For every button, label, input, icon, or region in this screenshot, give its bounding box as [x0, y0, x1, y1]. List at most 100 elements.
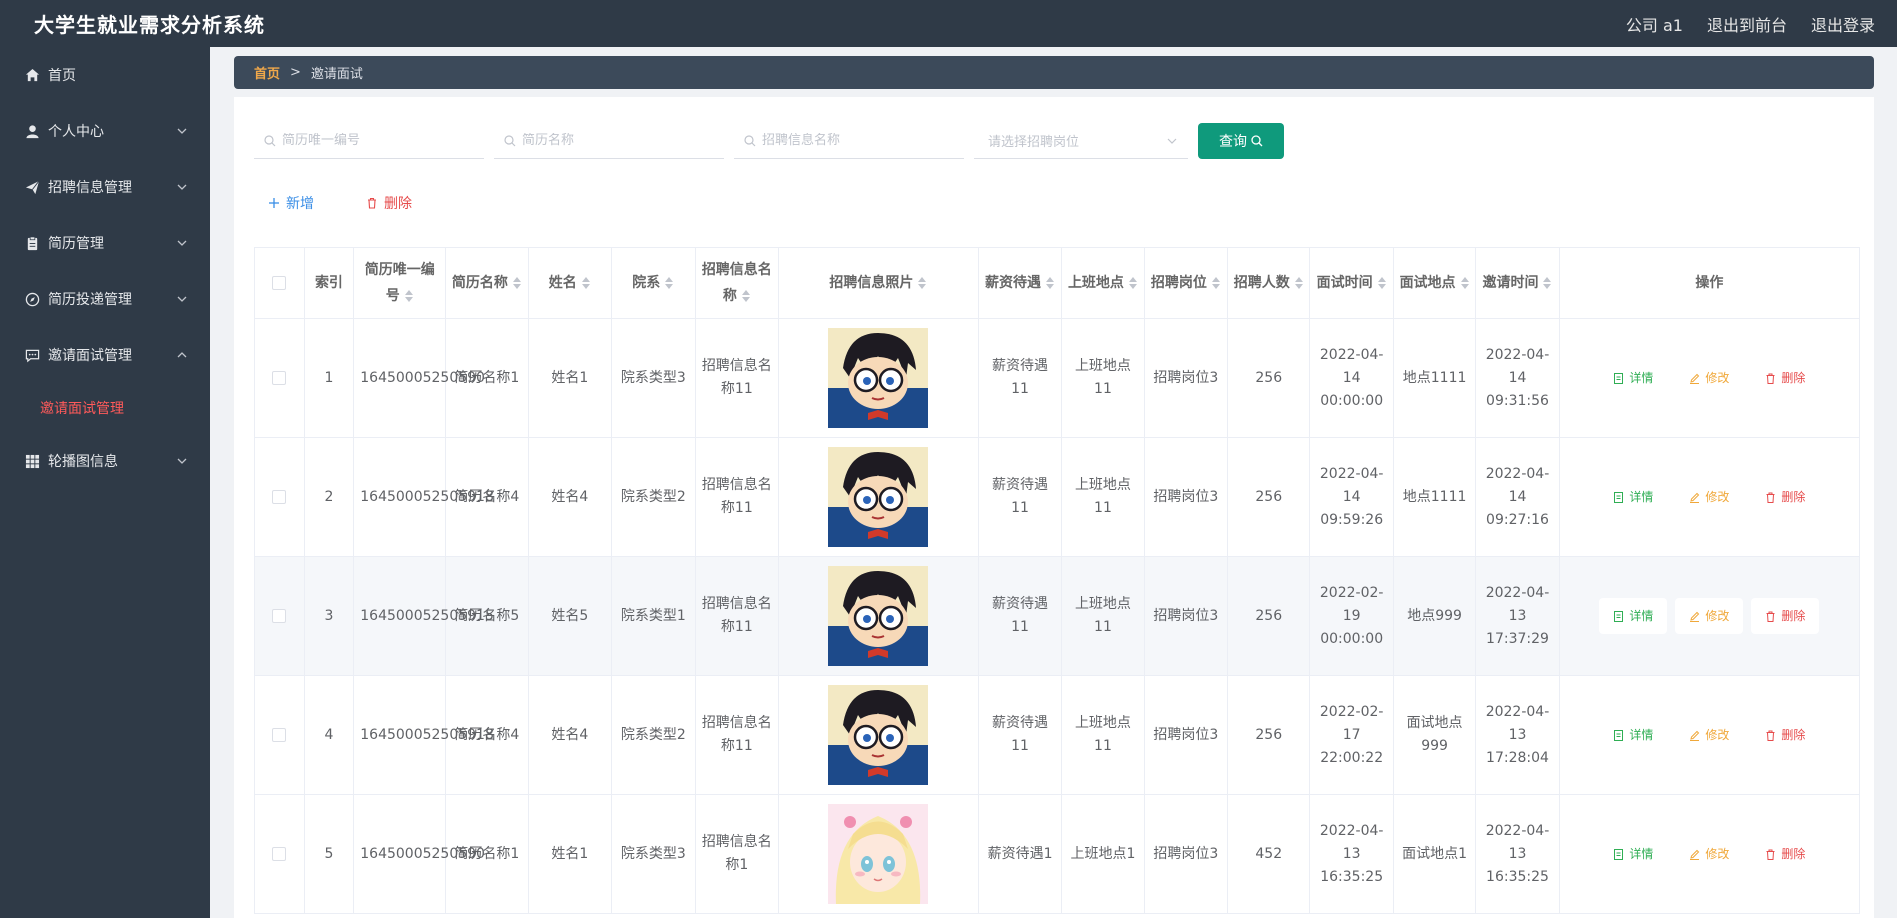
row-checkbox[interactable] [272, 608, 287, 623]
sidebar-item-job-info[interactable]: 招聘信息管理 [0, 159, 210, 215]
table-row[interactable]: 2 164500052505918 简历名称4 姓名4 院系类型2 招聘信息名称11 薪资待… [254, 437, 1861, 557]
edit-button[interactable]: 修改 [1675, 598, 1744, 634]
search-icon [264, 134, 276, 146]
edit-icon [1690, 730, 1700, 741]
cell-ops: 详情 修改 删除 [1558, 794, 1861, 914]
sort-icon[interactable] [1211, 276, 1221, 290]
cell-ops: 详情 修改 删除 [1558, 556, 1861, 676]
column-header[interactable]: 薪资待遇 [977, 247, 1063, 319]
column-header[interactable]: 面试时间 [1309, 247, 1394, 319]
cell-dept: 院系类型2 [611, 675, 696, 795]
delete-button[interactable]: 删除 [1751, 836, 1819, 872]
row-checkbox[interactable] [272, 370, 287, 385]
row-checkbox[interactable] [272, 727, 287, 742]
document-icon [1614, 848, 1624, 860]
query-button[interactable]: 查询 [1198, 123, 1284, 159]
position-select[interactable]: 请选择招聘岗位 [974, 123, 1188, 159]
column-header[interactable]: 招聘岗位 [1143, 247, 1229, 319]
chevron-down-icon [177, 296, 187, 302]
select-all-header[interactable] [254, 247, 305, 319]
detail-button[interactable]: 详情 [1599, 717, 1667, 753]
content-panel: 请选择招聘岗位 查询 新增 删除 [234, 97, 1874, 918]
sidebar-item-carousel[interactable]: 轮播图信息 [0, 433, 210, 489]
sort-icon[interactable] [1045, 276, 1055, 290]
sidebar-item-resume[interactable]: 简历管理 [0, 215, 210, 271]
detail-button[interactable]: 详情 [1599, 836, 1667, 872]
row-select-cell[interactable] [254, 556, 305, 676]
breadcrumb: 首页 > 邀请面试 [234, 56, 1874, 89]
chevron-up-icon [177, 352, 187, 358]
row-select-cell[interactable] [254, 675, 305, 795]
logout-link[interactable]: 退出登录 [1811, 12, 1875, 36]
batch-delete-button[interactable]: 删除 [366, 193, 412, 213]
column-header[interactable]: 姓名 [527, 247, 613, 319]
table-row[interactable]: 4 164500052505918 简历名称4 姓名4 院系类型2 招聘信息名称11 薪资待… [254, 675, 1861, 795]
detail-button[interactable]: 详情 [1599, 479, 1667, 515]
edit-button[interactable]: 修改 [1675, 717, 1743, 753]
column-header[interactable]: 简历唯一编号 [353, 247, 447, 319]
select-all-checkbox[interactable] [272, 276, 287, 290]
sort-icon[interactable] [1128, 276, 1138, 290]
add-button[interactable]: 新增 [268, 193, 314, 213]
sidebar-item-home[interactable]: 首页 [0, 47, 210, 103]
row-select-cell[interactable] [254, 437, 305, 557]
cell-info: 招聘信息名称1 [694, 794, 780, 914]
cell-ops: 详情 修改 删除 [1558, 675, 1861, 795]
resume-name-input[interactable] [522, 133, 712, 148]
sort-icon[interactable] [1294, 276, 1304, 290]
row-select-cell[interactable] [254, 794, 305, 914]
delete-button[interactable]: 删除 [1751, 598, 1820, 634]
cell-idx: 5 [303, 794, 355, 914]
edit-button[interactable]: 修改 [1675, 836, 1743, 872]
sort-icon[interactable] [404, 289, 414, 303]
column-header[interactable]: 邀请时间 [1475, 247, 1560, 319]
table-row[interactable]: 1 16450005250590 简历名称1 姓名1 院系类型3 招聘信息名称11 薪资待遇… [254, 318, 1861, 438]
sidebar-subitem-interview-manage[interactable]: 邀请面试管理 [0, 383, 210, 433]
user-label[interactable]: 公司 a1 [1626, 12, 1683, 36]
detail-button[interactable]: 详情 [1599, 598, 1668, 634]
cell-name: 姓名1 [527, 794, 613, 914]
sort-icon[interactable] [581, 276, 591, 290]
sort-icon[interactable] [741, 289, 751, 303]
column-header[interactable]: 招聘人数 [1227, 247, 1311, 319]
sidebar-item-resume-delivery[interactable]: 简历投递管理 [0, 271, 210, 327]
sort-icon[interactable] [1542, 276, 1552, 290]
edit-button[interactable]: 修改 [1675, 360, 1743, 396]
column-header[interactable]: 上班地点 [1061, 247, 1145, 319]
breadcrumb-home[interactable]: 首页 [254, 63, 280, 82]
detail-button[interactable]: 详情 [1599, 360, 1667, 396]
delete-button[interactable]: 删除 [1751, 479, 1819, 515]
job-info-field[interactable] [734, 123, 964, 159]
sort-icon[interactable] [917, 276, 927, 290]
column-header[interactable]: 简历名称 [445, 247, 529, 319]
cell-name: 姓名1 [527, 318, 613, 438]
job-info-input[interactable] [762, 133, 952, 148]
cell-resume: 简历名称1 [445, 794, 529, 914]
front-link[interactable]: 退出到前台 [1707, 12, 1787, 36]
sort-icon[interactable] [664, 276, 674, 290]
delete-button[interactable]: 删除 [1751, 360, 1819, 396]
row-checkbox[interactable] [272, 846, 287, 861]
delete-button[interactable]: 删除 [1751, 717, 1819, 753]
table-row[interactable]: 5 16450005250590 简历名称1 姓名1 院系类型3 招聘信息名称1 薪资待遇1… [254, 794, 1861, 914]
row-select-cell[interactable] [254, 318, 305, 438]
sort-icon[interactable] [1460, 276, 1470, 290]
trash-icon [1766, 849, 1775, 860]
plus-icon [269, 198, 279, 208]
sort-icon[interactable] [512, 276, 522, 290]
resume-name-field[interactable] [494, 123, 724, 159]
resume-no-field[interactable] [254, 123, 484, 159]
row-checkbox[interactable] [272, 489, 287, 504]
sort-icon[interactable] [1377, 276, 1387, 290]
document-icon [1614, 372, 1624, 384]
column-header[interactable]: 招聘信息照片 [778, 247, 979, 319]
column-header[interactable]: 招聘信息名称 [694, 247, 780, 319]
table-row[interactable]: 3 164500052505915 简历名称5 姓名5 院系类型1 招聘信息名称11 薪资待… [254, 556, 1861, 676]
edit-button[interactable]: 修改 [1675, 479, 1743, 515]
column-header[interactable]: 面试地点 [1392, 247, 1477, 319]
column-header[interactable]: 院系 [611, 247, 696, 319]
sidebar-item-profile[interactable]: 个人中心 [0, 103, 210, 159]
sidebar-item-interview[interactable]: 邀请面试管理 [0, 327, 210, 383]
resume-no-input[interactable] [282, 133, 472, 148]
cell-ops: 详情 修改 删除 [1558, 437, 1861, 557]
